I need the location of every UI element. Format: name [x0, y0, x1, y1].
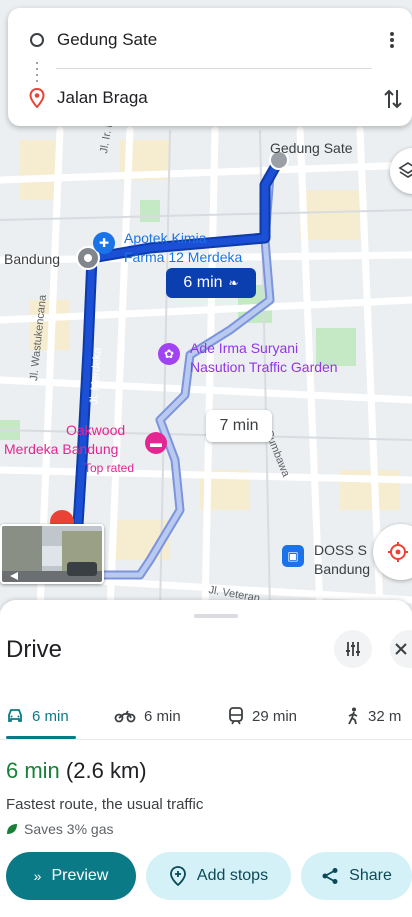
route-duration: 6 min	[6, 758, 60, 783]
destination-pin-icon	[29, 88, 45, 108]
shopping-icon[interactable]: ▣	[282, 545, 304, 567]
crosshair-icon	[388, 542, 408, 562]
swap-vert-icon	[384, 89, 402, 109]
eco-info: Saves 3% gas	[6, 821, 114, 837]
close-icon	[395, 643, 407, 655]
add-location-icon	[170, 866, 186, 886]
directions-bottom-sheet: Drive 6 min 6 min 29 min 32 m 6 min (2.6…	[0, 600, 412, 917]
double-chevron-icon: »	[33, 868, 42, 884]
directions-screen: Gedung Sate Bandung ✚ Apotek Kimia Farma…	[0, 0, 412, 917]
map-view[interactable]: Gedung Sate Bandung ✚ Apotek Kimia Farma…	[0, 0, 412, 610]
swap-directions-button[interactable]	[380, 86, 406, 112]
tab-walk[interactable]: 32 m	[346, 696, 401, 736]
primary-route-time: 6 min	[183, 274, 223, 291]
route-summary: 6 min (2.6 km)	[6, 758, 147, 784]
more-options-button[interactable]	[380, 28, 404, 52]
tune-icon	[346, 642, 360, 656]
share-label: Share	[349, 867, 392, 884]
map-label-doss-2[interactable]: Bandung	[314, 561, 370, 578]
drag-handle[interactable]	[194, 614, 238, 618]
destination-row[interactable]: Jalan Braga	[8, 78, 412, 118]
route-distance: (2.6 km)	[65, 758, 147, 783]
origin-field[interactable]: Gedung Sate	[57, 30, 157, 50]
tab-drive[interactable]: 6 min	[6, 696, 69, 736]
alt-route-time-chip[interactable]: 7 min	[206, 410, 272, 442]
close-button[interactable]	[390, 630, 412, 668]
street-view-image	[2, 526, 102, 582]
map-label-ade-2[interactable]: Nasution Traffic Garden	[190, 359, 338, 376]
more-vert-icon	[390, 32, 394, 48]
origin-row[interactable]: Gedung Sate	[8, 20, 412, 60]
directions-search-card: Gedung Sate Jalan Braga	[8, 8, 412, 126]
eco-leaf-icon: ❧	[228, 276, 239, 290]
add-stops-label: Add stops	[196, 867, 269, 884]
route-description: Fastest route, the usual traffic	[6, 796, 204, 813]
car-icon	[8, 709, 22, 722]
preview-label: Preview	[51, 867, 109, 884]
tab-walk-label: 32 m	[368, 707, 402, 725]
sheet-title: Drive	[6, 636, 63, 663]
alt-route-time: 7 min	[219, 417, 259, 434]
tab-motorcycle-label: 6 min	[144, 707, 181, 725]
map-label-ade-1[interactable]: Ade Irma Suryani	[190, 340, 298, 357]
tab-transit[interactable]: 29 min	[228, 696, 297, 736]
tab-drive-label: 6 min	[32, 707, 69, 725]
map-label-bandung[interactable]: Bandung	[4, 251, 60, 268]
walk-icon	[348, 707, 358, 725]
map-label-oakwood-1[interactable]: Oakwood	[66, 422, 125, 439]
map-label-gedung-sate[interactable]: Gedung Sate	[270, 140, 353, 157]
hotel-icon[interactable]: ▬	[145, 432, 167, 454]
route-options-button[interactable]	[334, 630, 372, 668]
origin-circle-icon	[30, 33, 44, 47]
eco-savings: Saves 3% gas	[24, 821, 114, 837]
add-stops-button[interactable]: Add stops	[146, 852, 291, 900]
leaf-icon	[7, 824, 17, 834]
share-button[interactable]: Share	[301, 852, 412, 900]
street-view-thumbnail[interactable]	[0, 524, 104, 584]
layers-icon	[398, 162, 412, 178]
tabs-divider	[0, 739, 412, 740]
field-divider	[56, 68, 372, 69]
travel-mode-tabs: 6 min 6 min 29 min 32 m	[0, 696, 412, 740]
tab-transit-label: 29 min	[252, 707, 298, 725]
primary-route-time-chip[interactable]: 6 min ❧	[166, 268, 256, 298]
tab-motorcycle[interactable]: 6 min	[114, 696, 181, 736]
pharmacy-icon[interactable]: ✚	[93, 232, 115, 254]
motorcycle-icon	[114, 710, 136, 723]
destination-field[interactable]: Jalan Braga	[57, 88, 148, 108]
preview-button[interactable]: » Preview	[6, 852, 136, 900]
map-label-doss-1[interactable]: DOSS S	[314, 542, 367, 559]
share-icon	[322, 868, 338, 884]
map-label-apotek-1[interactable]: Apotek Kimia	[124, 230, 206, 247]
train-icon	[229, 707, 243, 725]
map-label-oakwood-rating: Top rated	[84, 461, 135, 475]
map-label-oakwood-2[interactable]: Merdeka Bandung	[4, 441, 118, 458]
map-label-apotek-2[interactable]: Farma 12 Merdeka	[124, 249, 242, 266]
park-poi-icon[interactable]: ✿	[158, 343, 180, 365]
